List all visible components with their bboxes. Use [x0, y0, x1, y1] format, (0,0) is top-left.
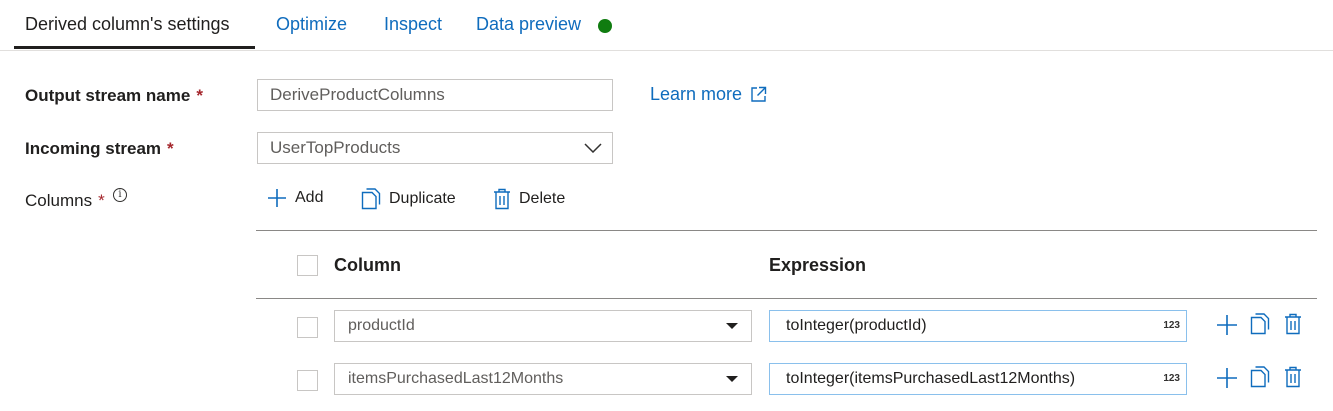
tab-derived-column-settings[interactable]: Derived column's settings: [25, 14, 230, 35]
caret-down-icon: [726, 323, 738, 329]
chevron-down-icon: [584, 143, 602, 153]
delete-row-icon[interactable]: [1284, 366, 1302, 388]
duplicate-label: Duplicate: [389, 190, 456, 207]
column-dropdown[interactable]: productId: [334, 310, 752, 342]
expression-input[interactable]: toInteger(itemsPurchasedLast12Months) 12…: [769, 363, 1187, 395]
column-value: itemsPurchasedLast12Months: [348, 370, 564, 387]
incoming-stream-label: Incoming stream *: [25, 139, 174, 158]
output-stream-label: Output stream name *: [25, 86, 203, 105]
add-label: Add: [295, 189, 324, 206]
add-row-icon[interactable]: [1216, 314, 1238, 336]
tab-data-preview[interactable]: Data preview: [476, 14, 581, 35]
trash-icon: [494, 188, 510, 210]
tab-bar: Derived column's settings Optimize Inspe…: [0, 0, 1333, 51]
expression-value: toInteger(productId): [786, 317, 927, 334]
data-preview-status-dot: [598, 19, 612, 33]
copy-icon: [361, 188, 381, 210]
duplicate-row-icon[interactable]: [1250, 313, 1270, 335]
expression-value: toInteger(itemsPurchasedLast12Months): [786, 370, 1076, 387]
type-badge: 123: [1163, 373, 1180, 384]
external-link-icon: [751, 86, 767, 102]
active-tab-indicator: [14, 46, 255, 49]
columns-label: Columns *: [25, 191, 105, 210]
duplicate-button[interactable]: Duplicate: [361, 188, 456, 210]
add-button[interactable]: Add: [267, 188, 323, 208]
output-stream-value: DeriveProductColumns: [270, 85, 445, 104]
row-checkbox[interactable]: [297, 317, 318, 338]
incoming-stream-value: UserTopProducts: [270, 138, 401, 157]
grid-header-divider: [256, 298, 1317, 299]
incoming-stream-dropdown[interactable]: UserTopProducts: [257, 132, 613, 164]
info-icon[interactable]: i: [113, 188, 127, 202]
add-row-icon[interactable]: [1216, 367, 1238, 389]
plus-icon: [268, 189, 286, 207]
grid-top-divider: [256, 230, 1317, 231]
learn-more-label: Learn more: [650, 84, 743, 104]
type-badge: 123: [1163, 320, 1180, 331]
tab-inspect[interactable]: Inspect: [384, 14, 442, 35]
learn-more-link[interactable]: Learn more: [650, 84, 767, 105]
column-header: Column: [334, 255, 401, 275]
row-checkbox[interactable]: [297, 370, 318, 391]
expression-header: Expression: [769, 255, 867, 275]
select-all-checkbox[interactable]: [297, 255, 318, 276]
delete-row-icon[interactable]: [1284, 313, 1302, 335]
caret-down-icon: [726, 376, 738, 382]
column-value: productId: [348, 317, 415, 334]
output-stream-input[interactable]: DeriveProductColumns: [257, 79, 613, 111]
duplicate-row-icon[interactable]: [1250, 366, 1270, 388]
delete-button[interactable]: Delete: [493, 188, 565, 210]
expression-input[interactable]: toInteger(productId) 123: [769, 310, 1187, 342]
delete-label: Delete: [519, 190, 566, 207]
column-dropdown[interactable]: itemsPurchasedLast12Months: [334, 363, 752, 395]
tab-optimize[interactable]: Optimize: [276, 14, 347, 35]
